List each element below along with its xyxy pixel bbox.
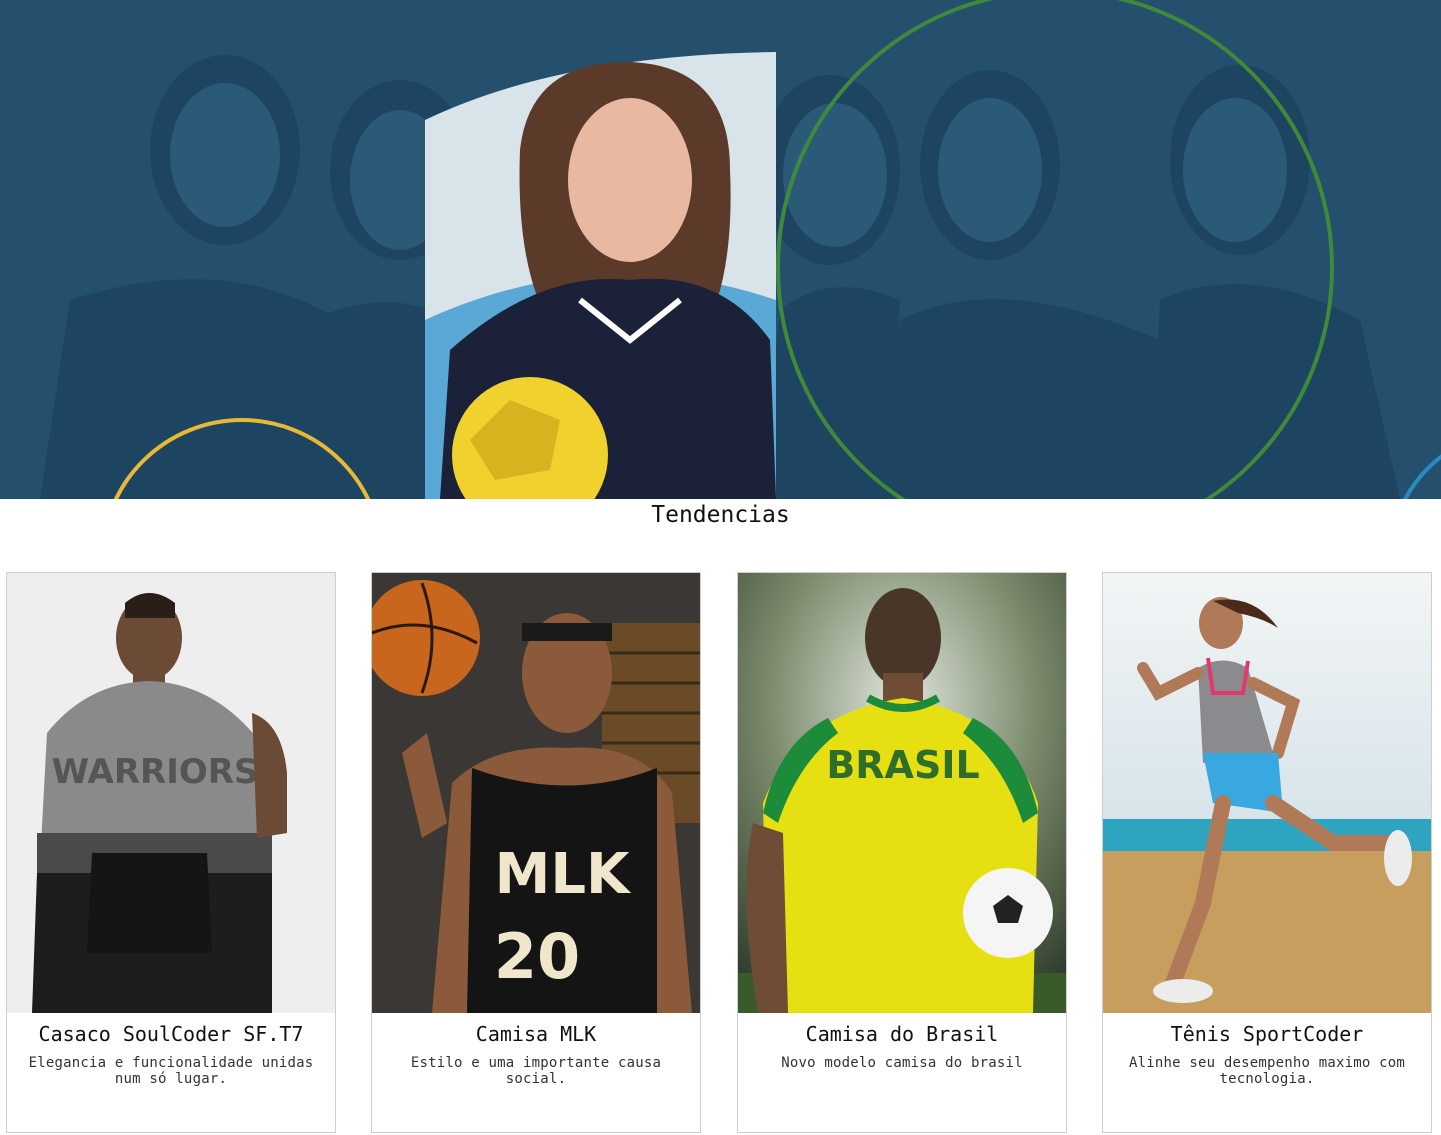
product-image[interactable]: BRASIL <box>738 573 1066 1013</box>
product-description: Elegancia e funcionalidade unidas num só… <box>28 1055 314 1087</box>
product-image[interactable]: MLK 20 <box>372 573 700 1013</box>
product-title[interactable]: Camisa do Brasil <box>738 1019 1066 1049</box>
product-image[interactable]: WARRIORS <box>7 573 335 1013</box>
product-description: Alinhe seu desempenho maximo com tecnolo… <box>1128 1055 1406 1087</box>
product-card[interactable]: BRASIL Camisa do Brasil Novo modelo cami… <box>737 572 1067 1133</box>
svg-text:MLK: MLK <box>495 842 632 907</box>
svg-text:WARRIORS: WARRIORS <box>52 752 259 792</box>
product-title[interactable]: Tênis SportCoder <box>1103 1019 1431 1049</box>
product-card[interactable]: Tênis SportCoder Alinhe seu desempenho m… <box>1102 572 1432 1133</box>
product-title[interactable]: Casaco SoulCoder SF.T7 <box>7 1019 335 1049</box>
svg-text:BRASIL: BRASIL <box>826 743 979 787</box>
product-card[interactable]: WARRIORS Casaco SoulCoder SF.T7 Eleganci… <box>6 572 336 1133</box>
product-description: Estilo e uma importante causa social. <box>410 1055 662 1087</box>
section-title: Tendencias <box>651 502 790 528</box>
product-title[interactable]: Camisa MLK <box>372 1019 700 1049</box>
product-card[interactable]: MLK 20 Camisa MLK Estilo e uma important… <box>371 572 701 1133</box>
svg-text:20: 20 <box>494 920 580 993</box>
hero-banner <box>0 0 1441 499</box>
product-image[interactable] <box>1103 573 1431 1013</box>
product-description: Novo modelo camisa do brasil <box>781 1055 1023 1071</box>
hero-image <box>0 0 1441 499</box>
